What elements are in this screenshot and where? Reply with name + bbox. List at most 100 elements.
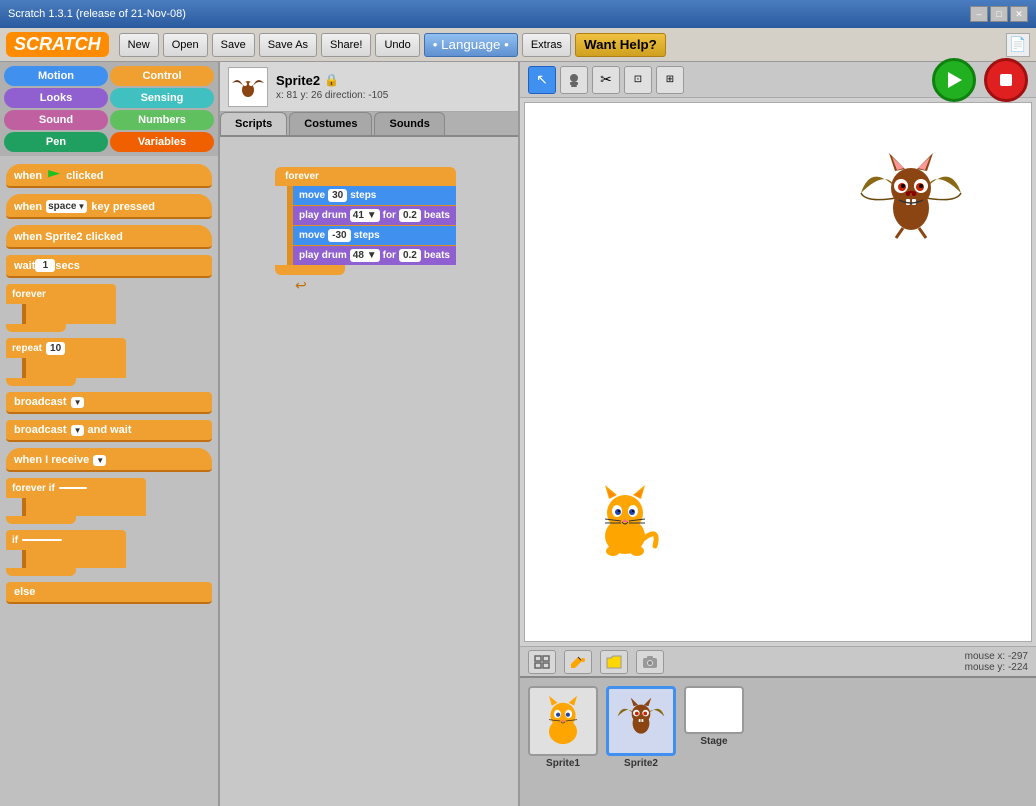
sprite-paint-button[interactable] — [564, 650, 592, 674]
drum-2-dropdown[interactable]: 48 ▼ — [350, 249, 380, 262]
for-label-2: for — [383, 250, 396, 261]
tab-scripts[interactable]: Scripts — [220, 112, 287, 135]
repeat-value[interactable]: 10 — [46, 342, 65, 355]
scripts-area[interactable]: forever move 30 steps play drum 41 ▼ for — [220, 137, 518, 806]
stage-label: Stage — [700, 736, 727, 747]
category-pen[interactable]: Pen — [4, 132, 108, 152]
category-control[interactable]: Control — [110, 66, 214, 86]
category-buttons: Motion Control Looks Sensing Sound Numbe… — [0, 62, 218, 156]
broadcast-wait-dropdown[interactable]: ▼ — [71, 425, 84, 436]
open-button[interactable]: Open — [163, 33, 208, 57]
beat-2-value[interactable]: 0.2 — [399, 249, 421, 262]
tab-costumes[interactable]: Costumes — [289, 112, 372, 135]
shrink-tool[interactable]: ⊡ — [624, 66, 652, 94]
sprite2-container[interactable]: Sprite2 — [606, 686, 676, 769]
sprite-name: Sprite2 — [276, 73, 320, 88]
if-label: if — [12, 535, 18, 546]
block-play-drum-1[interactable]: play drum 41 ▼ for 0.2 beats — [293, 206, 456, 225]
receive-dropdown[interactable]: ▼ — [93, 455, 106, 466]
help-button[interactable]: Want Help? — [575, 33, 666, 57]
sprite-thumbnail — [228, 67, 268, 107]
scissors-tool[interactable]: ✂ — [592, 66, 620, 94]
stamp-tool[interactable] — [560, 66, 588, 94]
block-move-30[interactable]: move 30 steps — [293, 186, 456, 205]
title-bar: Scratch 1.3.1 (release of 21-Nov-08) – □… — [0, 0, 1036, 28]
minimize-button[interactable]: – — [970, 6, 988, 22]
bat-sprite — [851, 143, 971, 263]
save-button[interactable]: Save — [212, 33, 255, 57]
forever-label: forever — [12, 289, 46, 300]
stage-bottom-bar: mouse x: -297 mouse y: -224 — [520, 646, 1036, 676]
tab-sounds[interactable]: Sounds — [374, 112, 444, 135]
block-when-flag-clicked[interactable]: when clicked — [6, 164, 212, 188]
sprite-name-row: Sprite2 🔒 — [276, 73, 510, 88]
block-forever[interactable]: forever — [6, 284, 116, 332]
forever-if-label: forever if — [12, 483, 55, 494]
broadcast-wait-label: broadcast — [14, 424, 67, 436]
block-when-receive[interactable]: when I receive ▼ — [6, 448, 212, 472]
undo-button[interactable]: Undo — [375, 33, 419, 57]
forever-block-header[interactable]: forever — [275, 167, 456, 186]
cursor-tool[interactable]: ↖ — [528, 66, 556, 94]
notes-icon[interactable]: 📄 — [1006, 33, 1030, 57]
bat-sprite-image — [851, 143, 971, 263]
category-variables[interactable]: Variables — [110, 132, 214, 152]
sprite1-thumbnail[interactable] — [528, 686, 598, 756]
sprite-camera-button[interactable] — [636, 650, 664, 674]
category-sound[interactable]: Sound — [4, 110, 108, 130]
maximize-button[interactable]: □ — [990, 6, 1008, 22]
share-button[interactable]: Share! — [321, 33, 371, 57]
beats-label-1: beats — [424, 210, 450, 221]
script-tabs: Scripts Costumes Sounds — [220, 112, 518, 137]
stage-container[interactable]: Stage — [684, 686, 744, 747]
cat-sprite-image — [585, 481, 665, 561]
stop-button[interactable] — [984, 58, 1028, 102]
beat-1-value[interactable]: 0.2 — [399, 209, 421, 222]
broadcast-dropdown[interactable]: ▼ — [71, 397, 84, 408]
block-broadcast-wait[interactable]: broadcast ▼ and wait — [6, 420, 212, 442]
category-numbers[interactable]: Numbers — [110, 110, 214, 130]
sprite2-thumbnail[interactable] — [606, 686, 676, 756]
camera-icon — [642, 655, 658, 669]
extras-button[interactable]: Extras — [522, 33, 571, 57]
main-layout: Motion Control Looks Sensing Sound Numbe… — [0, 62, 1036, 806]
block-forever-if[interactable]: forever if — [6, 478, 146, 524]
move-30-value[interactable]: 30 — [328, 189, 347, 202]
else-label: else — [14, 586, 35, 598]
key-value: space — [48, 201, 76, 212]
green-flag-button[interactable] — [932, 58, 976, 102]
stage-grid-icon — [534, 655, 550, 669]
key-dropdown[interactable]: space ▼ — [46, 200, 87, 213]
wait-value[interactable]: 1 — [35, 259, 55, 272]
category-looks[interactable]: Looks — [4, 88, 108, 108]
menu-bar: SCRATCH New Open Save Save As Share! Und… — [0, 28, 1036, 62]
move-minus30-value[interactable]: -30 — [328, 229, 350, 242]
drum-1-dropdown[interactable]: 41 ▼ — [350, 209, 380, 222]
block-when-sprite-clicked[interactable]: when Sprite2 clicked — [6, 225, 212, 249]
block-when-key-pressed[interactable]: when space ▼ key pressed — [6, 194, 212, 219]
sprite1-label: Sprite1 — [546, 758, 580, 769]
block-repeat[interactable]: repeat 10 — [6, 338, 126, 386]
grow-tool[interactable]: ⊞ — [656, 66, 684, 94]
category-sensing[interactable]: Sensing — [110, 88, 214, 108]
block-if[interactable]: if — [6, 530, 126, 576]
new-button[interactable]: New — [119, 33, 159, 57]
block-move-minus30[interactable]: move -30 steps — [293, 226, 456, 245]
save-as-button[interactable]: Save As — [259, 33, 317, 57]
block-play-drum-2[interactable]: play drum 48 ▼ for 0.2 beats — [293, 246, 456, 265]
sprite2-image — [613, 693, 669, 749]
sprite1-container[interactable]: Sprite1 — [528, 686, 598, 769]
stage-thumbnail[interactable] — [684, 686, 744, 734]
block-wait[interactable]: wait 1 secs — [6, 255, 212, 278]
language-button[interactable]: • Language • — [424, 33, 518, 57]
mouse-coordinates: mouse x: -297 mouse y: -224 — [965, 651, 1028, 673]
beats-label-2: beats — [424, 250, 450, 261]
category-motion[interactable]: Motion — [4, 66, 108, 86]
sprites-panel: Sprite1 — [520, 676, 1036, 806]
block-else[interactable]: else — [6, 582, 212, 604]
block-broadcast[interactable]: broadcast ▼ — [6, 392, 212, 414]
paint-icon — [570, 655, 586, 669]
sprite-folder-button[interactable] — [600, 650, 628, 674]
stage-edit-button[interactable] — [528, 650, 556, 674]
close-button[interactable]: ✕ — [1010, 6, 1028, 22]
